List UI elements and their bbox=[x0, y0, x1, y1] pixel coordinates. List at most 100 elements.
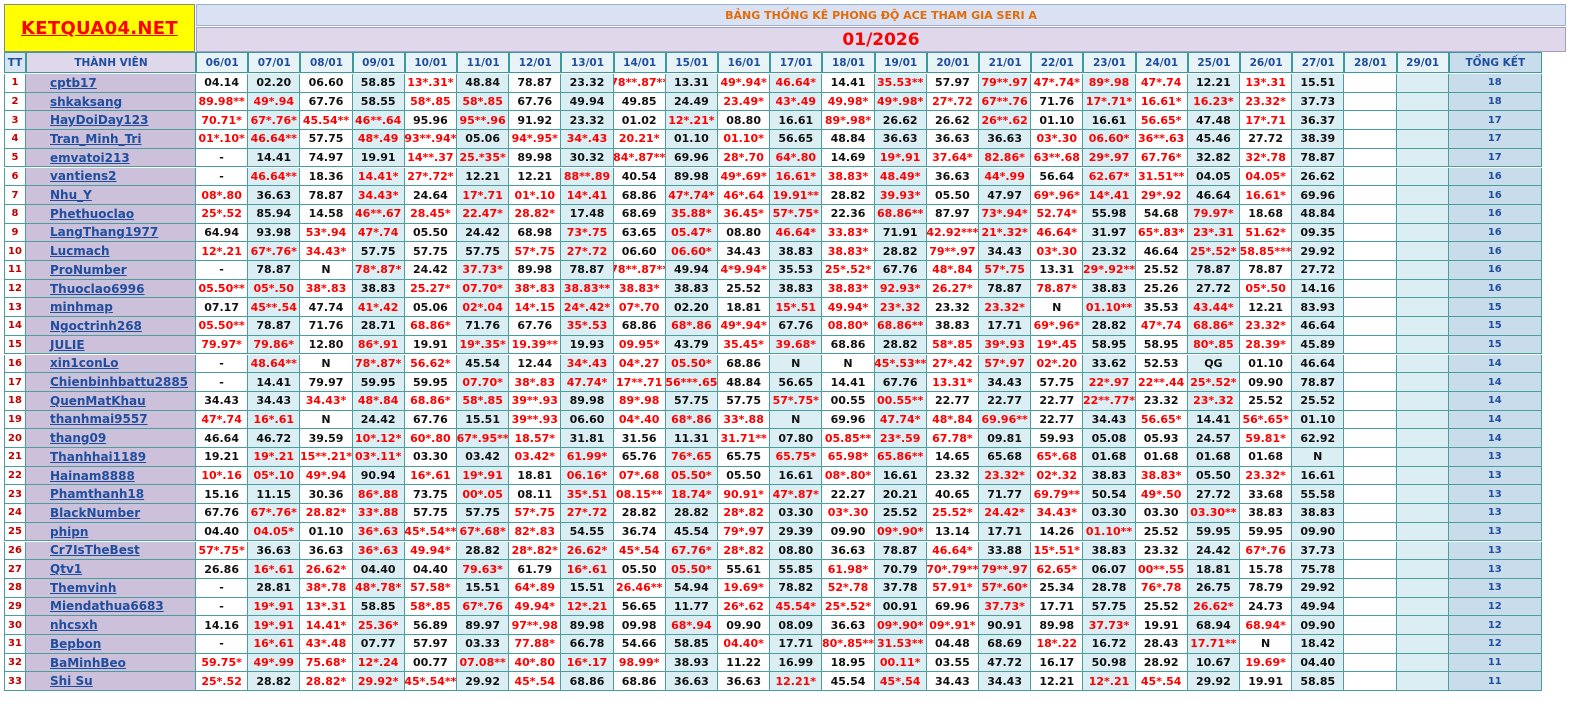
member-link[interactable]: Ngoctrinh268 bbox=[26, 317, 196, 336]
member-link[interactable]: LangThang1977 bbox=[26, 223, 196, 243]
result-cell: 38*.83 bbox=[509, 279, 562, 299]
result-cell: 34.43* bbox=[300, 391, 353, 411]
result-cell: 69.96 bbox=[926, 597, 979, 617]
member-link[interactable]: Cr7IsTheBest bbox=[26, 541, 196, 561]
member-link[interactable]: cptb17 bbox=[26, 74, 196, 93]
member-link[interactable]: Nhu_Y bbox=[26, 186, 196, 205]
result-cell: 38.83 bbox=[1083, 279, 1136, 299]
result-cell: 88**.89 bbox=[561, 167, 614, 187]
member-link[interactable]: QuenMatKhau bbox=[26, 391, 196, 411]
member-link[interactable]: Phethuoclao bbox=[26, 204, 196, 224]
total-cell: 13 bbox=[1448, 541, 1542, 561]
result-cell: 07.08** bbox=[457, 653, 510, 673]
result-cell: 01.10* bbox=[718, 130, 771, 149]
result-cell: 17.71** bbox=[1187, 635, 1240, 654]
result-cell bbox=[1396, 466, 1449, 486]
table-row: 18 QuenMatKhau 34.43 34.43 34.43* 48*.84 68.86… bbox=[4, 391, 1542, 411]
result-cell: 12.44 bbox=[509, 354, 562, 374]
result-cell: 05.50 bbox=[404, 223, 457, 243]
result-cell: 10*.16 bbox=[196, 466, 249, 486]
row-index: 18 bbox=[4, 391, 26, 411]
member-link[interactable]: Phamthanh18 bbox=[26, 485, 196, 505]
result-cell: 57*.75* bbox=[196, 541, 249, 561]
result-cell: 27*.72 bbox=[561, 504, 614, 523]
result-cell: 25.52 bbox=[1135, 261, 1188, 280]
member-link[interactable]: phipn bbox=[26, 522, 196, 542]
result-cell: 71.76 bbox=[457, 317, 510, 336]
result-cell: 68.86* bbox=[404, 391, 457, 411]
result-cell: 66.78 bbox=[561, 635, 614, 654]
result-cell: 47.97 bbox=[979, 186, 1032, 205]
result-cell: 71.91 bbox=[874, 223, 927, 243]
result-cell: 07*.70 bbox=[613, 298, 666, 318]
result-cell: 01*.10* bbox=[196, 130, 249, 149]
member-link[interactable]: Themvinh bbox=[26, 578, 196, 598]
row-index: 30 bbox=[4, 616, 26, 635]
total-cell: 17 bbox=[1448, 111, 1542, 131]
result-cell: 39**.93 bbox=[509, 410, 562, 430]
site-logo-text[interactable]: KETQUA04.NET bbox=[21, 18, 178, 39]
member-link[interactable]: nhcsxh bbox=[26, 616, 196, 635]
result-cell: 18.95 bbox=[822, 653, 875, 673]
result-cell: 07.80 bbox=[770, 429, 823, 448]
member-link[interactable]: ProNumber bbox=[26, 261, 196, 280]
result-cell: 11.77 bbox=[665, 597, 718, 617]
result-cell: 22**.77* bbox=[1083, 391, 1136, 411]
member-link[interactable]: Lucmach bbox=[26, 242, 196, 261]
result-cell bbox=[1396, 298, 1449, 318]
member-link[interactable]: thang09 bbox=[26, 429, 196, 448]
member-link[interactable]: Thuoclao6996 bbox=[26, 279, 196, 299]
result-cell: 28.71 bbox=[352, 317, 405, 336]
result-cell: 49*.98* bbox=[874, 92, 927, 112]
header-date: 28/01 bbox=[1344, 52, 1397, 73]
member-link[interactable]: BlackNumber bbox=[26, 504, 196, 523]
result-cell: 56.62* bbox=[404, 354, 457, 374]
member-link[interactable]: Tran_Minh_Tri bbox=[26, 130, 196, 149]
result-cell: 70.79 bbox=[874, 560, 927, 579]
result-cell bbox=[1344, 335, 1397, 355]
member-link[interactable]: thanhmai9557 bbox=[26, 410, 196, 430]
result-cell: 38.83* bbox=[822, 279, 875, 299]
result-cell: 08.80 bbox=[718, 223, 771, 243]
site-logo[interactable]: KETQUA04.NET bbox=[4, 4, 195, 52]
member-link[interactable]: Thanhhai1189 bbox=[26, 448, 196, 467]
result-cell: 38.83** bbox=[561, 279, 614, 299]
member-link[interactable]: minhmap bbox=[26, 298, 196, 318]
result-cell: 44*.99 bbox=[979, 167, 1032, 187]
month-label: 01/2026 bbox=[196, 27, 1566, 52]
result-cell bbox=[1344, 616, 1397, 635]
member-link[interactable]: Miendathua6683 bbox=[26, 597, 196, 617]
member-link[interactable]: xin1conLo bbox=[26, 354, 196, 374]
result-cell: 49*.50 bbox=[1135, 485, 1188, 505]
member-link[interactable]: Qtv1 bbox=[26, 560, 196, 579]
result-cell bbox=[1396, 653, 1449, 673]
member-link[interactable]: BaMinhBeo bbox=[26, 653, 196, 673]
result-cell bbox=[1396, 672, 1449, 692]
result-cell: 36*.63 bbox=[352, 522, 405, 542]
member-link[interactable]: JULIE bbox=[26, 335, 196, 355]
member-link[interactable]: Chienbinhbattu2885 bbox=[26, 373, 196, 392]
member-link[interactable]: HayDoiDay123 bbox=[26, 111, 196, 131]
result-cell: 03.33 bbox=[457, 635, 510, 654]
result-cell: 78.82 bbox=[770, 578, 823, 598]
member-link[interactable]: Shi Su bbox=[26, 672, 196, 692]
result-cell: 19.21 bbox=[196, 448, 249, 467]
member-link[interactable]: Hainam8888 bbox=[26, 466, 196, 486]
result-cell: 29*.92 bbox=[1135, 186, 1188, 205]
result-cell: N bbox=[1292, 448, 1345, 467]
total-cell: 16 bbox=[1448, 242, 1542, 261]
result-cell: 85.94 bbox=[248, 204, 301, 224]
result-cell: 27.72 bbox=[1240, 130, 1293, 149]
result-cell: 19.91 bbox=[1135, 616, 1188, 635]
member-link[interactable]: shkaksang bbox=[26, 92, 196, 112]
total-cell: 15 bbox=[1448, 317, 1542, 336]
result-cell: 36.63 bbox=[665, 672, 718, 692]
member-link[interactable]: Bepbon bbox=[26, 635, 196, 654]
result-cell bbox=[1396, 635, 1449, 654]
total-cell: 12 bbox=[1448, 597, 1542, 617]
result-cell: 16.99 bbox=[770, 653, 823, 673]
result-cell bbox=[1344, 522, 1397, 542]
result-cell: 34.43 bbox=[718, 242, 771, 261]
member-link[interactable]: vantiens2 bbox=[26, 167, 196, 187]
member-link[interactable]: emvatoi213 bbox=[26, 148, 196, 168]
